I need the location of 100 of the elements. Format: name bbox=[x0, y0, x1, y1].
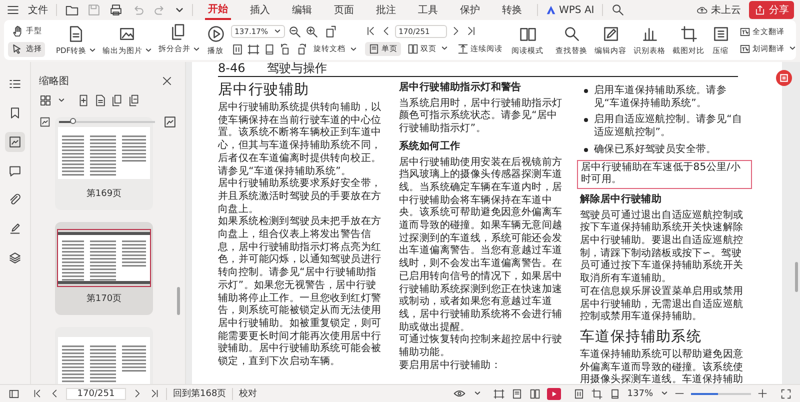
document-icon[interactable] bbox=[94, 94, 107, 107]
share-button[interactable]: 分享 bbox=[749, 1, 794, 19]
play-button[interactable] bbox=[547, 388, 562, 400]
grid-icon[interactable] bbox=[39, 94, 52, 107]
bullet-text: 确保已系好驾驶员安全带。 bbox=[594, 144, 716, 157]
page-number: 8-46 bbox=[218, 62, 246, 75]
close-icon[interactable] bbox=[161, 75, 173, 87]
zoom-in-icon[interactable] bbox=[304, 24, 319, 38]
double-page-icon bbox=[406, 42, 419, 54]
page-thumbnail-item[interactable]: 第170页 bbox=[55, 222, 153, 315]
ai-button[interactable]: WPS AI bbox=[546, 4, 594, 16]
first-page-icon[interactable] bbox=[32, 388, 43, 399]
page-label: 第169页 bbox=[86, 188, 122, 200]
search-icon[interactable] bbox=[611, 3, 626, 17]
pages-icon[interactable] bbox=[111, 94, 124, 107]
body-text: 要启用居中行驶辅助： bbox=[399, 360, 502, 372]
bookmark-icon bbox=[8, 106, 22, 120]
caret-icon bbox=[440, 45, 448, 52]
section-heading: 居中行驶辅助 bbox=[218, 81, 310, 100]
first-page-icon[interactable] bbox=[364, 25, 377, 37]
caret-icon[interactable] bbox=[58, 97, 65, 104]
chapter-title: 驾驶与操作 bbox=[267, 62, 328, 75]
ribbon-tab[interactable]: 批注 bbox=[373, 1, 399, 19]
small-image-icon[interactable] bbox=[39, 116, 51, 128]
caret-icon[interactable] bbox=[175, 6, 184, 14]
bullet-icon bbox=[584, 148, 588, 152]
ribbon-tab[interactable]: 保护 bbox=[457, 1, 483, 19]
body-text: 当系统启用时，居中行驶辅助指示灯颜色可指示系统状态。请参见“居中行驶辅助指示灯”。 bbox=[399, 98, 563, 136]
single-page-icon[interactable] bbox=[511, 388, 524, 400]
comment-icon bbox=[8, 164, 22, 178]
thumbnail-button[interactable] bbox=[5, 132, 25, 152]
caret-icon bbox=[192, 46, 200, 52]
back-link[interactable]: 回到第168页 bbox=[173, 387, 226, 400]
sidebar-icon[interactable] bbox=[8, 388, 20, 400]
body-text: 驾驶员可通过退出自适应巡航控制或按下车道保持辅助系统开关快速解除居中行驶辅助。要退出自适应巡航控制，请踩下制动踏板或按下∽。驾驶员可通过按下车道保持辅助系统开关取消所有车道辅助。 bbox=[580, 210, 744, 286]
page-icon[interactable] bbox=[609, 388, 622, 400]
caret-icon bbox=[274, 28, 281, 35]
caret-icon[interactable] bbox=[474, 390, 482, 397]
zoom-out-icon[interactable] bbox=[288, 24, 302, 38]
body-text: 居中行驶辅助系统要求系好安全带，并且系统激活时驾驶员的手要放在方向盘上。 bbox=[218, 178, 382, 216]
page-thumbnail-item[interactable]: 第169页 bbox=[55, 117, 153, 210]
zoom-level[interactable]: 137% bbox=[627, 388, 653, 398]
file-menu[interactable]: 文件 bbox=[28, 3, 48, 17]
caret-icon[interactable] bbox=[661, 390, 668, 397]
folder-icon[interactable] bbox=[65, 3, 79, 17]
subsection-heading: 解除居中行驶辅助 bbox=[580, 194, 663, 207]
body-text: 可通过恢复转向控制来超控居中行驶辅助功能。 bbox=[399, 334, 563, 360]
ribbon-tab[interactable]: 页面 bbox=[331, 1, 357, 19]
fit-width-icon[interactable] bbox=[493, 388, 506, 400]
play-icon bbox=[206, 24, 225, 42]
fit-icon[interactable] bbox=[230, 42, 244, 56]
ribbon-tab[interactable]: 插入 bbox=[247, 1, 273, 19]
frame-icon[interactable] bbox=[246, 42, 260, 56]
body-text: 可在信息娱乐屏设置菜单启用或禁用居中行驶辅助，无需退出自适应巡航控制或禁用车道保持辅助。 bbox=[580, 286, 744, 324]
logo-icon bbox=[546, 5, 556, 15]
menu-icon[interactable] bbox=[6, 3, 20, 17]
highlighted-note: 居中行驶辅助在车速低于85公里/小时可用。 bbox=[577, 160, 752, 189]
subsection-heading: 居中行驶辅助指示灯和警告 bbox=[399, 82, 522, 95]
body-text: 车道保持辅助系统可以帮助避免因意外偏离车道而导致的碰撞。该系统使用摄像头探测车道线。车道保持辅助 bbox=[580, 348, 744, 384]
print-icon[interactable] bbox=[109, 3, 123, 17]
pages-icon[interactable] bbox=[128, 94, 141, 107]
page-field[interactable]: 170/251 bbox=[66, 388, 126, 400]
crop-icon bbox=[680, 24, 698, 42]
double-page-icon[interactable] bbox=[529, 388, 542, 400]
outline-icon bbox=[8, 77, 22, 91]
caret-icon bbox=[350, 46, 357, 52]
bullet-icon bbox=[584, 118, 588, 122]
bullet-icon bbox=[584, 89, 588, 93]
cloud-upload-icon bbox=[696, 4, 708, 16]
fit-icon[interactable] bbox=[573, 388, 586, 400]
caret-icon bbox=[144, 47, 152, 54]
pencil-icon bbox=[602, 24, 620, 42]
large-image-icon[interactable] bbox=[163, 115, 177, 129]
proofread-button[interactable]: 校对 bbox=[239, 387, 258, 400]
crop-icon[interactable] bbox=[591, 388, 604, 400]
caret-icon bbox=[88, 47, 96, 54]
caret-icon bbox=[788, 45, 796, 52]
badge-icon[interactable] bbox=[776, 70, 792, 86]
scroll-icon bbox=[456, 42, 469, 54]
plus-icon[interactable] bbox=[757, 388, 768, 399]
last-page-icon[interactable] bbox=[149, 388, 160, 399]
translate-icon bbox=[738, 42, 751, 54]
ribbon-tab[interactable]: 编辑 bbox=[289, 1, 315, 19]
compress-icon bbox=[712, 24, 730, 42]
insert-page-icon[interactable] bbox=[77, 94, 90, 107]
section-heading: 车道保持辅助系统 bbox=[580, 328, 703, 347]
page-thumbnail-item[interactable] bbox=[55, 327, 153, 384]
search-icon bbox=[562, 24, 581, 42]
share-icon bbox=[754, 4, 766, 16]
paperclip-icon bbox=[8, 193, 22, 207]
ribbon-tab[interactable]: 转换 bbox=[499, 1, 525, 19]
rotate-icon[interactable] bbox=[324, 24, 338, 38]
ribbon-tab[interactable]: 工具 bbox=[415, 1, 441, 19]
hand-icon bbox=[11, 24, 24, 38]
body-text: 如果系统检测到驾驶员未把手放在方向盘上，组合仪表上将发出警告信息，居中行驶辅助指示灯将点亮为红色，并可能闪烁，以通知驾驶员进行转向控制。请参见“居中行驶辅助指示灯”。如果您无视警告，居中行驶辅助将停止工作。一旦您收到红灯警告，则系统可能被锁定从而无法使用居中行驶辅助。如被重复锁定，则可能需要更长时间才能再次使用居中行驶辅助。居中行驶辅助系统可能会被锁定，直到下次启动车辆。 bbox=[218, 216, 382, 369]
cloud-button[interactable]: 未上云 bbox=[696, 3, 741, 17]
fullscreen-icon[interactable] bbox=[780, 388, 792, 400]
page-label: 第170页 bbox=[86, 292, 122, 305]
layers-icon bbox=[8, 251, 22, 265]
play-icon bbox=[550, 390, 558, 398]
